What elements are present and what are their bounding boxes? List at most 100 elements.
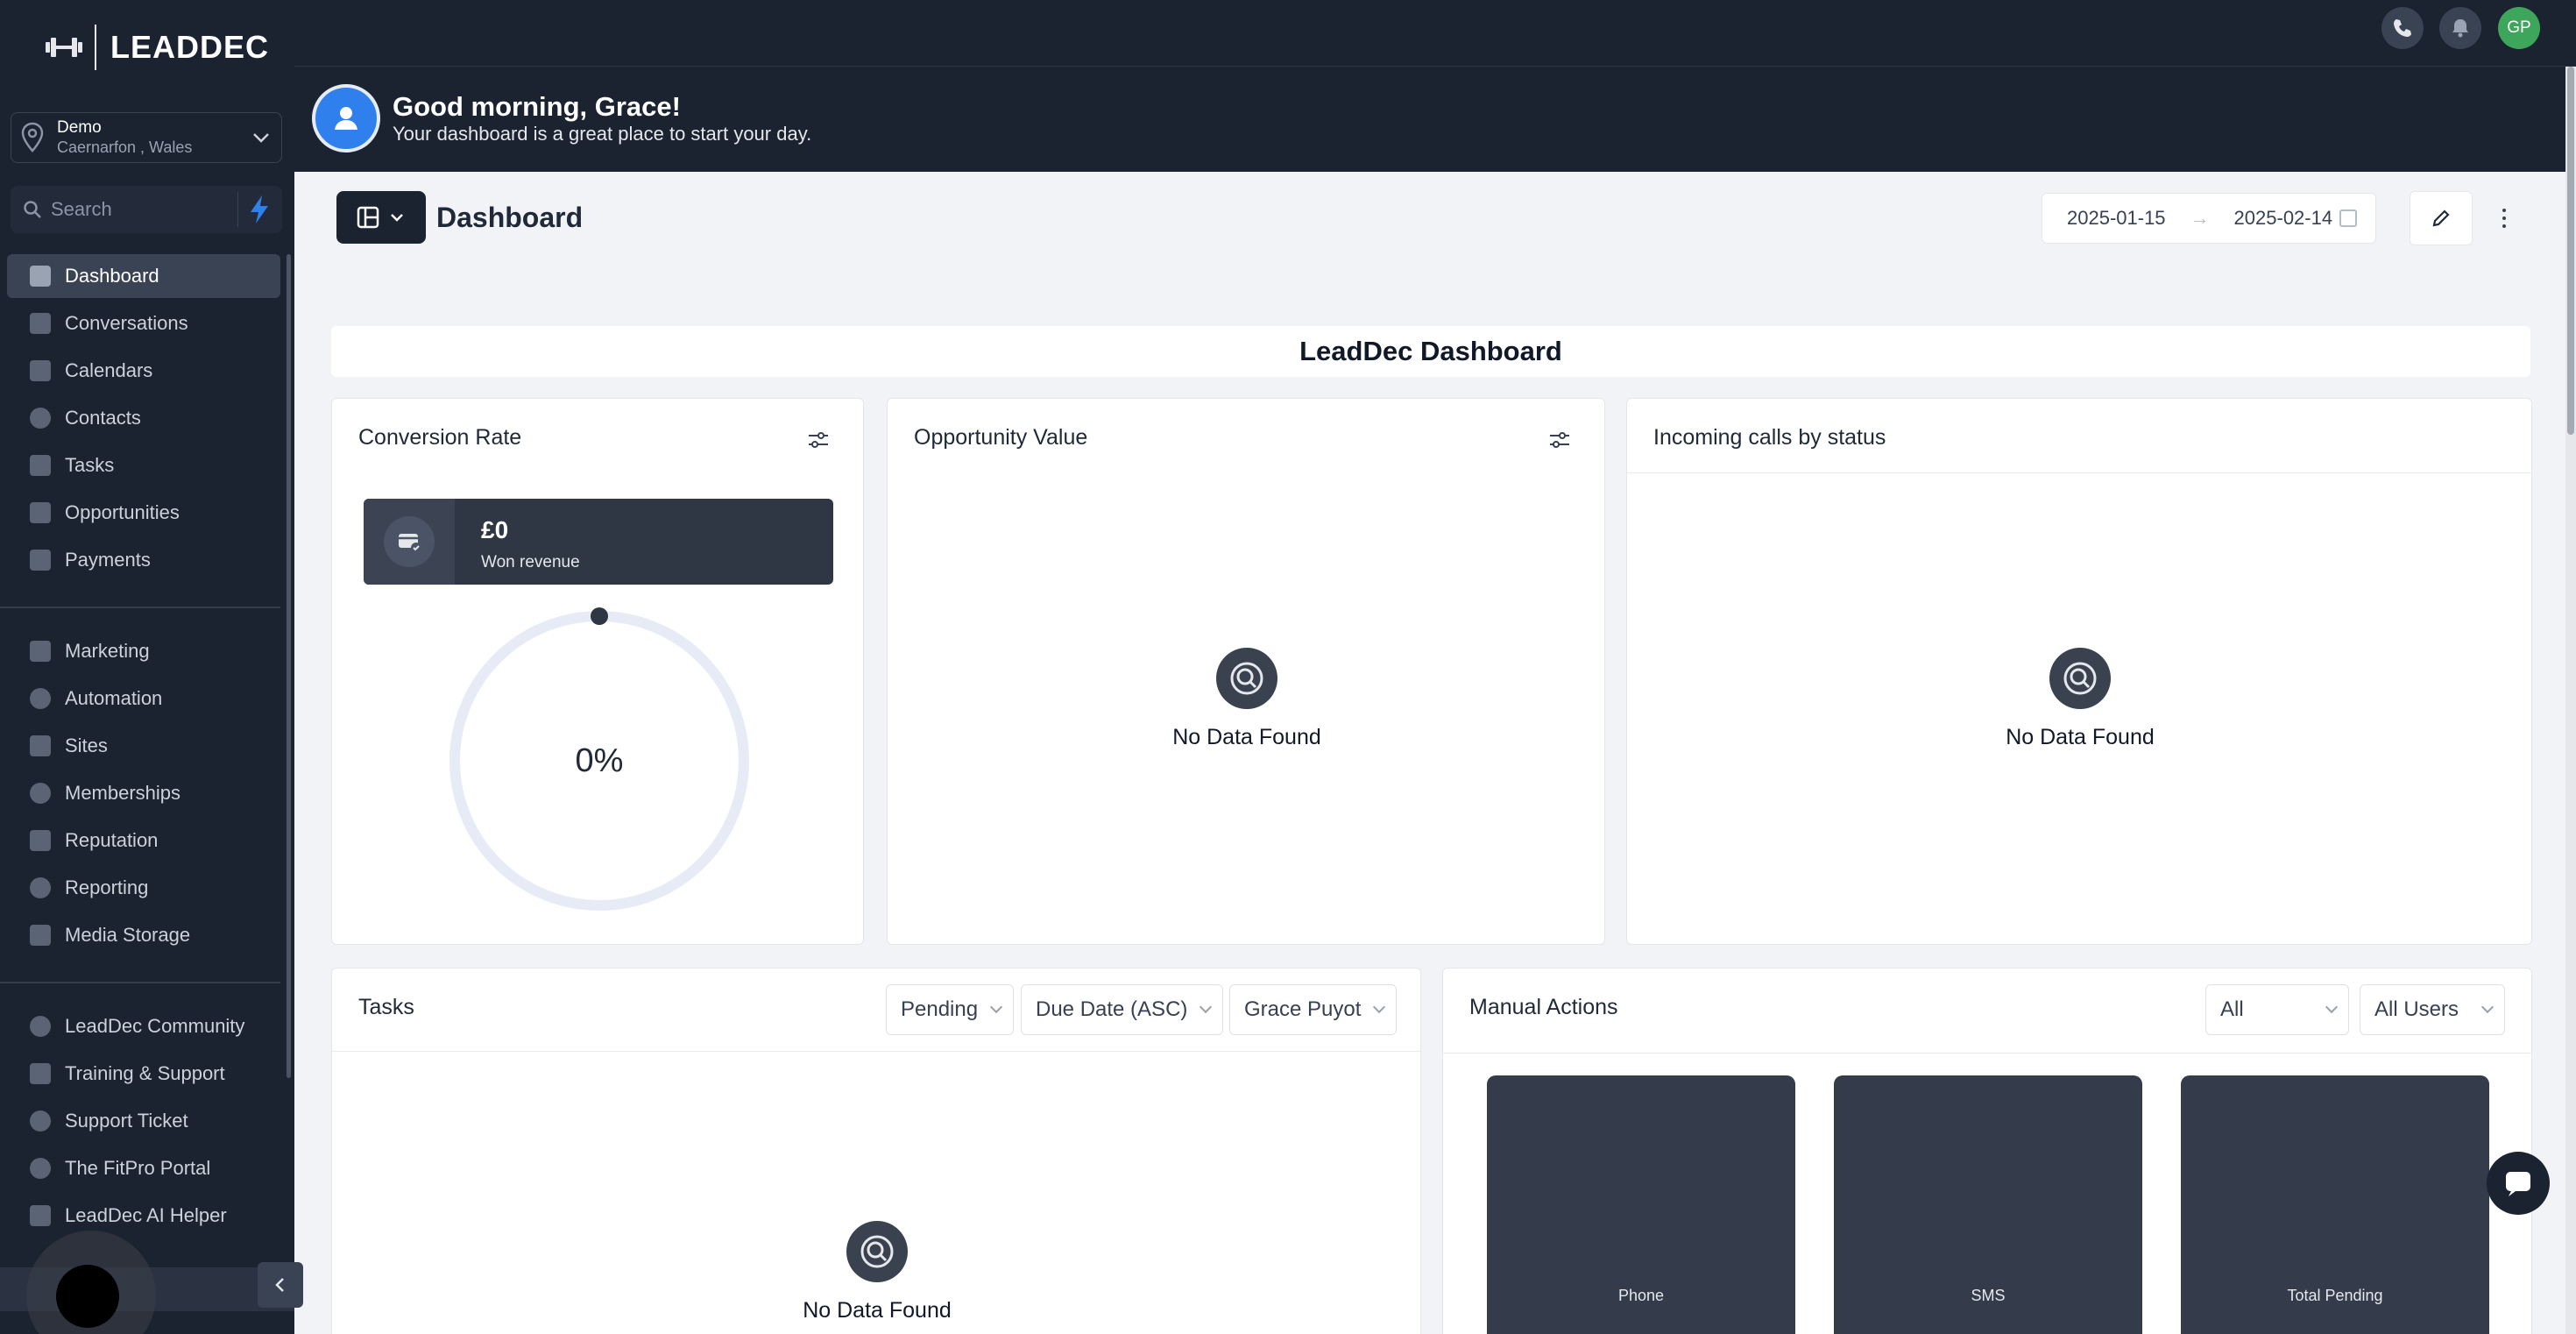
sidebar-item-training[interactable]: Training & Support <box>7 1052 280 1096</box>
user-avatar[interactable]: GP <box>2498 7 2540 49</box>
conversion-percent: 0% <box>575 742 624 779</box>
chat-widget-button[interactable] <box>2487 1152 2550 1215</box>
action-type-select[interactable]: All <box>2205 984 2349 1035</box>
sidebar-item-fitpro-portal[interactable]: The FitPro Portal <box>7 1146 280 1190</box>
widget-divider <box>1443 1053 2531 1054</box>
greeting-title: Good morning, Grace! <box>393 91 681 122</box>
task-sort-select[interactable]: Due Date (ASC) <box>1021 984 1224 1035</box>
memberships-icon <box>30 783 51 804</box>
logo-divider <box>95 25 96 70</box>
sidebar-item-media-storage[interactable]: Media Storage <box>7 913 280 957</box>
date-start[interactable]: 2025-01-15 <box>2067 207 2166 230</box>
notifications-button[interactable] <box>2439 7 2481 49</box>
won-revenue-icon-box <box>364 499 455 585</box>
more-options-button[interactable] <box>2494 200 2515 237</box>
sidebar-item-reporting[interactable]: Reporting <box>7 866 280 910</box>
sidebar-item-contacts[interactable]: Contacts <box>7 396 280 440</box>
sidebar-item-conversations[interactable]: Conversations <box>7 302 280 345</box>
sidebar-nav-main: Dashboard Conversations Calendars Contac… <box>7 254 280 585</box>
page-scrollbar[interactable] <box>2565 67 2576 1334</box>
sidebar-item-payments[interactable]: Payments <box>7 538 280 582</box>
chevron-down-icon <box>990 1000 1003 1014</box>
location-name: Demo <box>57 118 102 137</box>
sidebar-item-ai-helper[interactable]: LeadDec AI Helper <box>7 1194 280 1227</box>
sidebar-item-label: Tasks <box>65 454 115 476</box>
conversion-rate-widget: Conversion Rate £0 Won revenue 0% <box>331 398 864 945</box>
sidebar-divider <box>0 607 280 608</box>
chevron-left-icon <box>275 1278 284 1292</box>
sidebar-nav-support: LeadDec Community Training & Support Sup… <box>7 1004 280 1227</box>
layout-icon <box>357 206 379 229</box>
empty-state: No Data Found <box>1992 648 2168 750</box>
dashboard-banner: LeadDec Dashboard <box>331 326 2530 377</box>
chevron-down-icon <box>253 133 269 143</box>
dashboard-switcher-button[interactable] <box>336 191 426 244</box>
contacts-icon <box>30 408 51 429</box>
sidebar-item-dashboard[interactable]: Dashboard <box>7 254 280 298</box>
sidebar-item-calendars[interactable]: Calendars <box>7 349 280 393</box>
widget-title: Manual Actions <box>1469 995 1618 1019</box>
search-input[interactable] <box>51 198 226 221</box>
task-user-select[interactable]: Grace Puyot <box>1229 984 1398 1035</box>
sidebar-item-automation[interactable]: Automation <box>7 677 280 720</box>
select-value: All <box>2220 997 2244 1021</box>
quick-actions-bolt-icon[interactable] <box>242 192 277 227</box>
tasks-icon <box>30 455 51 476</box>
collapse-sidebar-button[interactable] <box>258 1262 303 1308</box>
sidebar-item-sites[interactable]: Sites <box>7 724 280 768</box>
phone-actions-tile[interactable]: Phone <box>1487 1075 1795 1334</box>
sidebar-item-label: Sites <box>65 734 108 756</box>
task-status-select[interactable]: Pending <box>886 984 1015 1035</box>
community-icon <box>30 1016 51 1037</box>
sidebar-item-reputation[interactable]: Reputation <box>7 819 280 862</box>
phone-button[interactable] <box>2381 7 2424 49</box>
empty-state: No Data Found <box>789 1221 965 1323</box>
phone-icon <box>2394 19 2411 37</box>
won-revenue-card: £0 Won revenue <box>364 499 833 585</box>
select-value: All Users <box>2374 997 2459 1021</box>
edit-dashboard-button[interactable] <box>2410 191 2473 245</box>
sidebar-item-tasks[interactable]: Tasks <box>7 443 280 487</box>
location-switcher[interactable]: Demo Caernarfon , Wales <box>11 112 282 163</box>
sidebar-item-label: Support Ticket <box>65 1110 188 1132</box>
location-address: Caernarfon , Wales <box>57 138 193 156</box>
sidebar-divider <box>0 982 280 983</box>
sidebar-item-memberships[interactable]: Memberships <box>7 771 280 815</box>
sms-actions-tile[interactable]: SMS <box>1834 1075 2142 1334</box>
date-range-picker[interactable]: 2025-01-15 → 2025-02-14 <box>2042 193 2376 244</box>
empty-state-text: No Data Found <box>2006 725 2155 749</box>
widget-divider <box>332 1051 1420 1052</box>
date-end[interactable]: 2025-02-14 <box>2234 207 2333 230</box>
filter-settings-icon[interactable] <box>807 430 830 450</box>
page-scrollbar-thumb[interactable] <box>2567 67 2574 435</box>
sidebar-item-label: Training & Support <box>65 1062 225 1084</box>
sidebar: LEADDEC Demo Caernarfon , Wales Dashboar… <box>0 0 303 1334</box>
sidebar-item-label: Memberships <box>65 782 181 804</box>
sidebar-item-support-ticket[interactable]: Support Ticket <box>7 1099 280 1143</box>
sidebar-scrollbar[interactable] <box>287 254 291 1078</box>
total-pending-tile[interactable]: Total Pending <box>2181 1075 2489 1334</box>
chevron-down-icon <box>2480 1000 2495 1014</box>
sidebar-item-opportunities[interactable]: Opportunities <box>7 491 280 535</box>
chevron-down-icon <box>1373 1000 1386 1014</box>
greeting-subtitle: Your dashboard is a great place to start… <box>393 123 812 145</box>
tasks-widget: Tasks Pending Due Date (ASC) Grace Puyot… <box>331 968 1421 1334</box>
ai-helper-icon <box>30 1205 51 1226</box>
sidebar-item-community[interactable]: LeadDec Community <box>7 1004 280 1048</box>
sidebar-nav-marketing: Marketing Automation Sites Memberships R… <box>7 629 280 961</box>
bell-icon <box>2452 19 2468 38</box>
dumbbell-icon <box>46 38 82 57</box>
filter-settings-icon[interactable] <box>1548 430 1571 450</box>
conversion-gauge: 0% <box>444 606 754 916</box>
widget-title: Incoming calls by status <box>1653 425 1886 450</box>
support-ticket-icon <box>30 1110 51 1132</box>
sidebar-item-marketing[interactable]: Marketing <box>7 629 280 673</box>
chevron-down-icon <box>1200 1000 1213 1014</box>
action-users-select[interactable]: All Users <box>2360 984 2505 1035</box>
select-value: Due Date (ASC) <box>1036 997 1188 1021</box>
brand-logo[interactable]: LEADDEC <box>44 25 269 70</box>
manual-actions-widget: Manual Actions All All Users Phone SMS T… <box>1442 968 2532 1334</box>
dashboard-icon <box>30 266 51 287</box>
pencil-icon <box>2432 209 2450 227</box>
widget-divider <box>1627 472 2531 473</box>
